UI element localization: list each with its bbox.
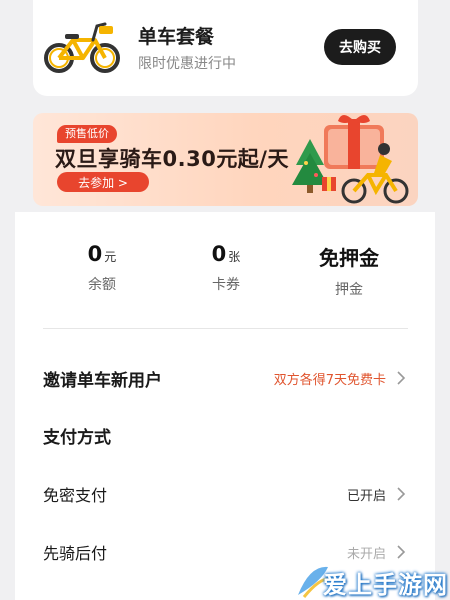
ride-first-label: 先骑后付	[43, 544, 108, 563]
bike-pass-card[interactable]: 单车套餐 限时优惠进行中 去购买	[33, 0, 418, 96]
deposit-value: 免押金	[319, 246, 379, 270]
bicycle-icon	[44, 22, 120, 73]
coupon-value: 0	[211, 242, 227, 266]
invite-reward: 双方各得7天免费卡	[273, 372, 386, 388]
account-panel: 0元 余额 0张 卡券 免押金 押金 邀请单车新用户 双方各得7天免费卡 支付方…	[15, 212, 435, 600]
page: 单车套餐 限时优惠进行中 去购买 预售低价 双旦享骑车0.30元起/天 去参加 …	[0, 0, 450, 600]
payment-title: 支付方式	[43, 427, 111, 448]
payment-section-title: 支付方式	[43, 420, 408, 450]
divider	[43, 328, 408, 329]
watermark-text: 爱上手游网	[323, 571, 448, 599]
bike-pass-subtitle: 限时优惠进行中	[138, 56, 236, 72]
coupon-unit: 张	[228, 250, 241, 264]
deposit-stat[interactable]: 免押金 押金	[294, 242, 404, 299]
balance-stat[interactable]: 0元 余额	[47, 242, 157, 294]
chevron-right-icon	[397, 371, 406, 385]
buy-button[interactable]: 去购买	[324, 29, 396, 65]
promo-tag: 预售低价	[57, 125, 117, 143]
coupon-label: 卡券	[212, 277, 240, 293]
balance-value: 0	[87, 242, 103, 266]
promo-banner[interactable]: 预售低价 双旦享骑车0.30元起/天 去参加 >	[33, 113, 418, 206]
password-free-label: 免密支付	[43, 486, 108, 505]
password-free-status: 已开启	[346, 488, 386, 504]
invite-label: 邀请单车新用户	[43, 370, 162, 391]
balance-unit: 元	[104, 250, 117, 264]
chevron-right-icon	[397, 487, 406, 501]
balance-label: 余额	[88, 277, 116, 293]
deposit-label: 押金	[335, 282, 363, 298]
coupon-stat[interactable]: 0张 卡券	[171, 242, 281, 294]
invite-row[interactable]: 邀请单车新用户 双方各得7天免费卡	[43, 363, 408, 393]
promo-illustration	[292, 115, 409, 204]
password-free-row[interactable]: 免密支付 已开启	[43, 479, 408, 509]
join-button[interactable]: 去参加 >	[57, 172, 149, 192]
bike-pass-title: 单车套餐	[138, 26, 215, 48]
promo-title: 双旦享骑车0.30元起/天	[55, 147, 289, 171]
